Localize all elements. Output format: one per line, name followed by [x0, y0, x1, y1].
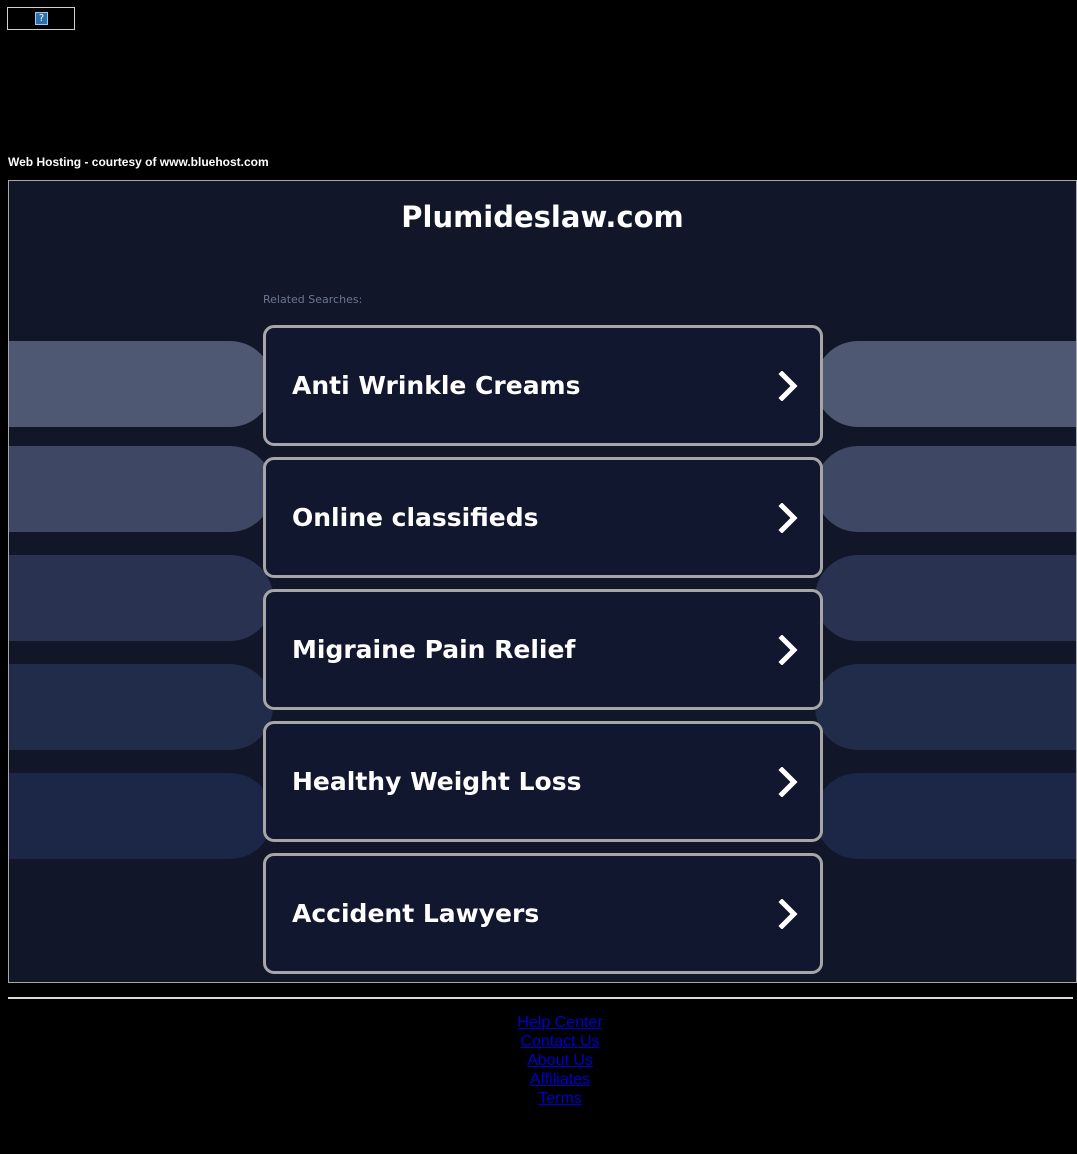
footer-link-help-center[interactable]: Help Center	[0, 1013, 1077, 1032]
decor-pill	[815, 446, 1076, 532]
footer-links: Help Center Contact Us About Us Affiliat…	[0, 1013, 1077, 1108]
search-link-label: Migraine Pain Relief	[292, 635, 576, 664]
search-link-label: Accident Lawyers	[292, 899, 540, 928]
decor-pill	[9, 446, 273, 532]
decor-pill	[815, 773, 1076, 859]
footer-divider	[8, 997, 1073, 999]
decor-pill	[9, 664, 273, 750]
search-link-label: Healthy Weight Loss	[292, 767, 582, 796]
search-link-label: Anti Wrinkle Creams	[292, 371, 581, 400]
site-title: Plumideslaw.com	[401, 200, 684, 234]
hosting-note: Web Hosting - courtesy of www.bluehost.c…	[8, 155, 269, 169]
decor-pill	[815, 555, 1076, 641]
decor-pill	[815, 664, 1076, 750]
footer-link-terms[interactable]: Terms	[0, 1089, 1077, 1108]
search-link-online-classifieds[interactable]: Online classifieds	[263, 457, 823, 578]
decor-pill	[9, 773, 273, 859]
decor-pill	[815, 341, 1076, 427]
chevron-right-icon	[778, 371, 798, 401]
chevron-right-icon	[778, 899, 798, 929]
search-link-healthy-weight-loss[interactable]: Healthy Weight Loss	[263, 721, 823, 842]
search-link-label: Online classifieds	[292, 503, 539, 532]
related-searches-label: Related Searches:	[263, 293, 363, 306]
broken-image-icon: ?	[35, 12, 48, 25]
search-link-accident-lawyers[interactable]: Accident Lawyers	[263, 853, 823, 974]
footer-link-contact-us[interactable]: Contact Us	[0, 1032, 1077, 1051]
decor-pill	[9, 555, 273, 641]
search-link-migraine-pain-relief[interactable]: Migraine Pain Relief	[263, 589, 823, 710]
decor-pill	[9, 341, 273, 427]
chevron-right-icon	[778, 767, 798, 797]
chevron-right-icon	[778, 503, 798, 533]
chevron-right-icon	[778, 635, 798, 665]
parked-domain-frame: Plumideslaw.com Related Searches: Anti W…	[8, 180, 1077, 983]
footer-link-about-us[interactable]: About Us	[0, 1051, 1077, 1070]
top-banner[interactable]: ?	[7, 7, 75, 30]
footer-link-affiliates[interactable]: Affiliates	[0, 1070, 1077, 1089]
search-link-anti-wrinkle-creams[interactable]: Anti Wrinkle Creams	[263, 325, 823, 446]
